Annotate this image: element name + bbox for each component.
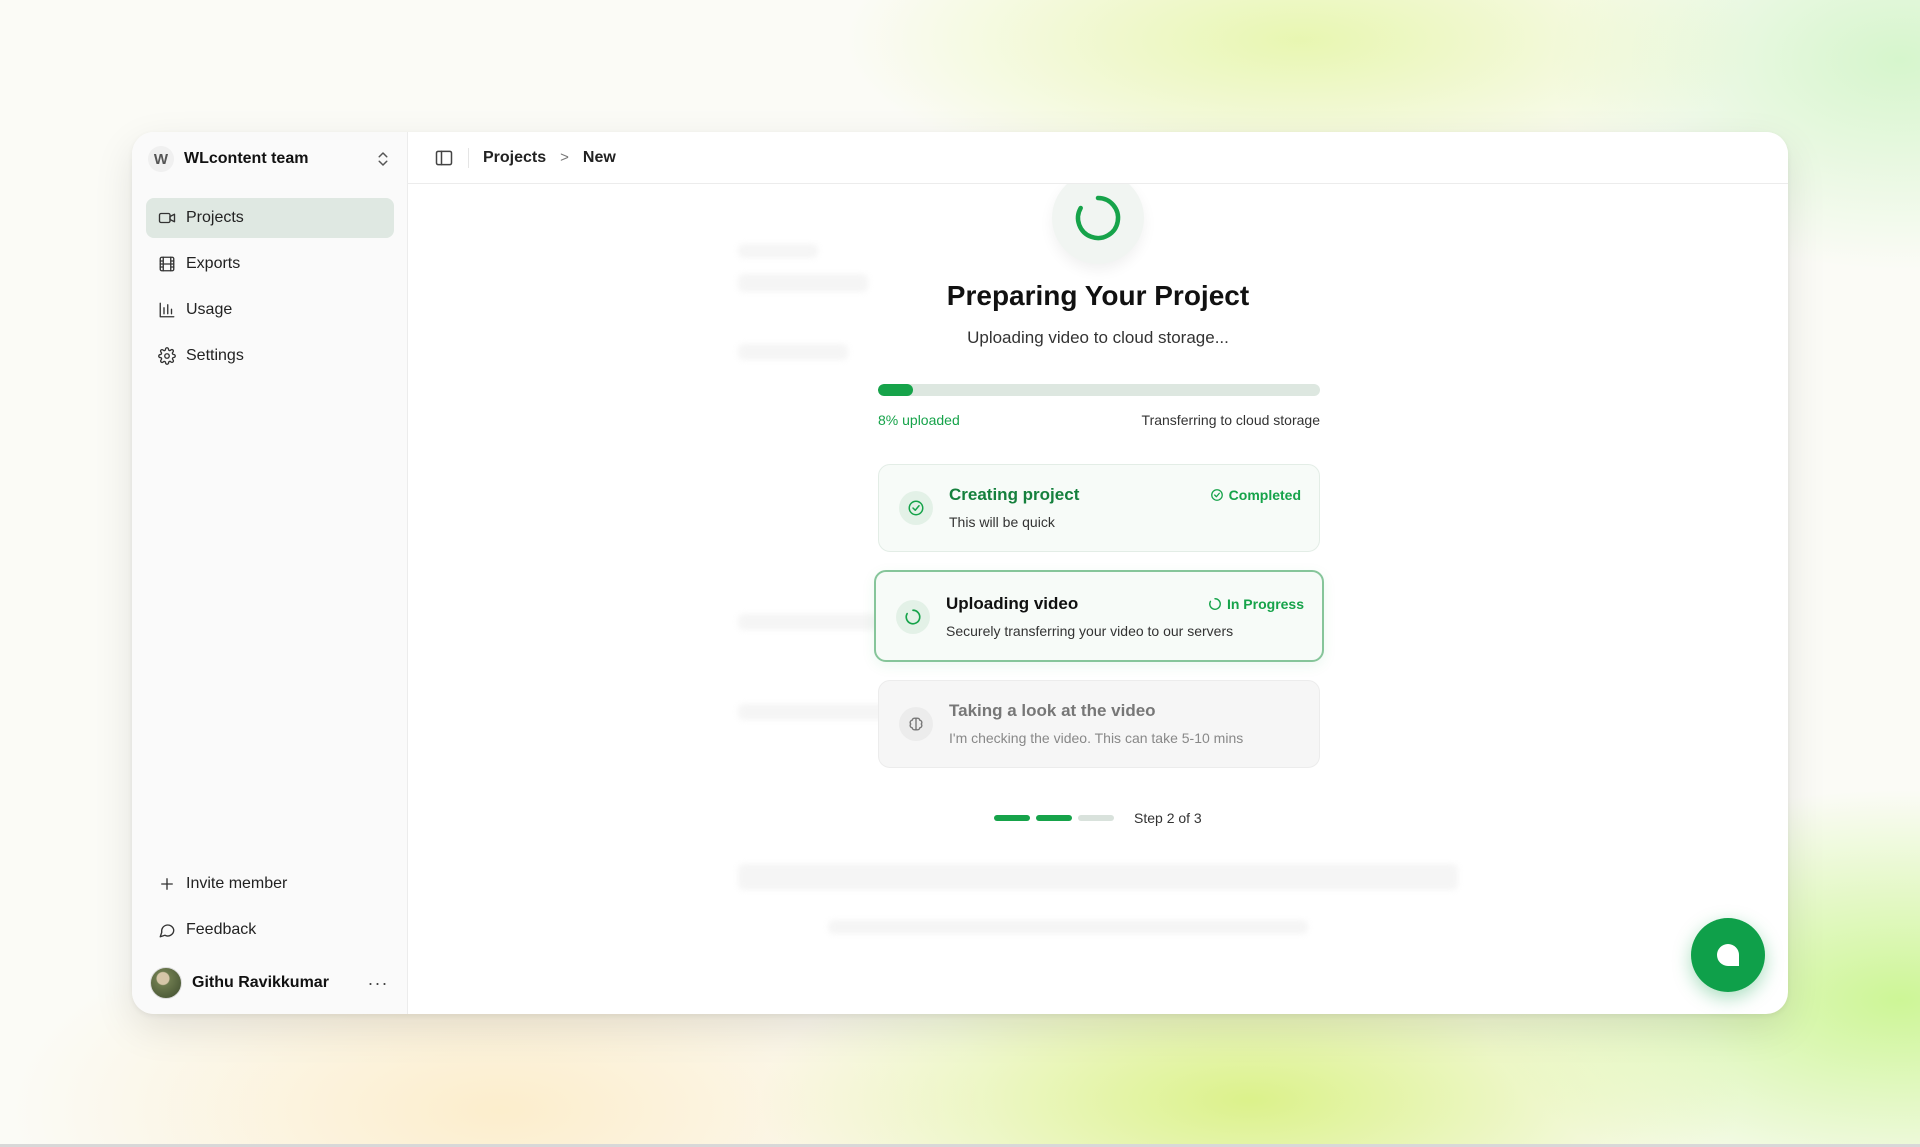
sidebar-item-label: Exports (186, 255, 241, 272)
step-indicator-segment (994, 815, 1030, 821)
step-card-creating-project: Creating project This will be quick Comp… (878, 464, 1320, 552)
video-icon (158, 212, 176, 224)
avatar (150, 967, 182, 999)
film-icon (159, 256, 175, 272)
sidebar-item-exports[interactable]: Exports (146, 244, 394, 284)
user-profile[interactable]: Githu Ravikkumar ··· (150, 966, 390, 1000)
step-title: Uploading video (946, 594, 1079, 613)
feedback-label: Feedback (186, 921, 257, 938)
status-badge: In Progress (1208, 596, 1304, 612)
status-text: In Progress (1226, 596, 1304, 612)
breadcrumb-projects[interactable]: Projects (483, 149, 546, 167)
page-subtitle: Uploading video to cloud storage... (967, 328, 1229, 347)
background-placeholder (738, 864, 1458, 890)
app-window: W WLcontent team Projects Exports Usage … (132, 132, 1788, 1014)
background-placeholder (738, 344, 848, 360)
sidebar-item-projects[interactable]: Projects (146, 198, 394, 238)
step-indicator: Step 2 of 3 (994, 810, 1202, 826)
background-placeholder (738, 274, 868, 292)
background-placeholder (738, 704, 888, 720)
team-avatar: W (148, 146, 174, 172)
upload-progress-bar (878, 384, 1320, 396)
chevron-right-icon: > (560, 149, 569, 166)
progress-fill (878, 384, 914, 396)
step-description: I'm checking the video. This can take 5-… (949, 730, 1244, 746)
check-circle-icon (899, 491, 933, 525)
sidebar-item-label: Usage (186, 301, 233, 318)
feedback-button[interactable]: Feedback (146, 910, 394, 950)
bar-chart-icon (159, 302, 175, 318)
brain-icon (899, 707, 933, 741)
progress-percent-label: 8% uploaded (878, 412, 960, 428)
step-title: Creating project (949, 485, 1080, 504)
gear-icon (158, 347, 176, 365)
step-card-uploading-video: Uploading video Securely transferring yo… (874, 570, 1324, 662)
divider (468, 147, 469, 168)
step-description: Securely transferring your video to our … (946, 623, 1234, 639)
user-name: Githu Ravikkumar (192, 974, 329, 991)
step-card-video-review: Taking a look at the video I'm checking … (878, 680, 1320, 768)
chat-button[interactable] (1691, 918, 1765, 992)
background-placeholder (828, 920, 1308, 934)
sidebar-item-usage[interactable]: Usage (146, 290, 394, 330)
more-options-icon[interactable]: ··· (366, 973, 390, 994)
sidebar-item-settings[interactable]: Settings (146, 336, 394, 376)
plus-icon (161, 878, 173, 890)
chat-bubble-icon (1717, 944, 1739, 966)
chevron-updown-icon (378, 152, 388, 166)
loading-spinner (1052, 184, 1144, 264)
sidebar-item-label: Projects (186, 209, 244, 226)
background-placeholder (738, 244, 818, 258)
page-title: Preparing Your Project (946, 280, 1250, 311)
step-description: This will be quick (949, 514, 1055, 530)
message-icon (159, 924, 175, 938)
main-content: Preparing Your Project Uploading video t… (408, 184, 1788, 1014)
spinner-icon (1209, 598, 1221, 610)
invite-member-button[interactable]: Invite member (146, 864, 394, 904)
sidebar-nav: Projects Exports Usage Settings (146, 198, 394, 382)
step-indicator-segment (1036, 815, 1072, 821)
topbar: Projects > New (408, 132, 1788, 184)
status-badge: Completed (1210, 487, 1301, 503)
breadcrumb-new: New (582, 148, 616, 166)
step-title: Taking a look at the video (949, 701, 1156, 720)
invite-member-label: Invite member (186, 875, 288, 892)
progress-status-label: Transferring to cloud storage (1141, 412, 1320, 428)
background-placeholder (738, 614, 878, 630)
status-text: Completed (1228, 487, 1301, 503)
team-name: WLcontent team (184, 150, 309, 167)
check-circle-icon (1210, 489, 1223, 501)
sidebar-bottom-nav: Invite member Feedback (146, 864, 394, 956)
step-indicator-segment (1078, 815, 1114, 821)
sidebar: W WLcontent team Projects Exports Usage … (132, 132, 408, 1014)
step-count-label: Step 2 of 3 (1134, 810, 1202, 826)
spinner-icon (896, 600, 930, 634)
spinner-icon (1075, 195, 1121, 241)
sidebar-toggle-icon[interactable] (434, 148, 454, 168)
sidebar-item-label: Settings (186, 347, 244, 364)
team-switcher[interactable]: W WLcontent team (148, 142, 392, 176)
